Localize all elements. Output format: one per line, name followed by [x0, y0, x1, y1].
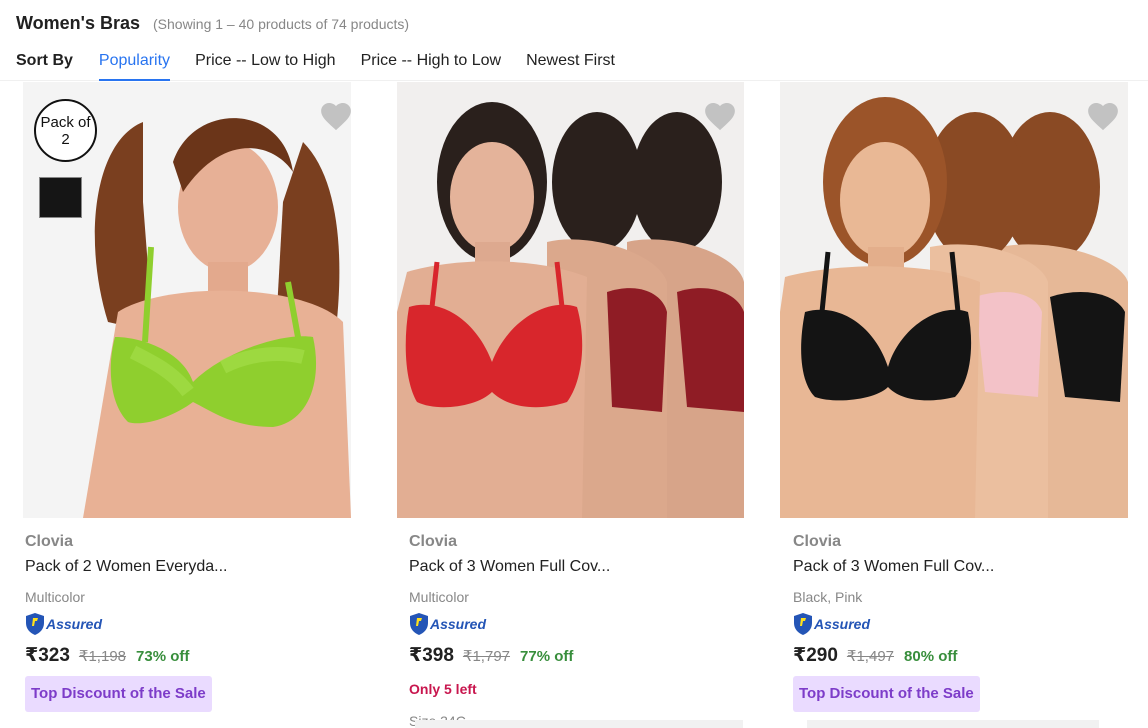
- sort-option-popularity[interactable]: Popularity: [98, 51, 171, 81]
- product-title[interactable]: Pack of 3 Women Full Cov...: [793, 558, 994, 576]
- product-brand: Clovia: [793, 533, 842, 550]
- assured-badge: Assured: [793, 612, 870, 636]
- product-image[interactable]: [397, 82, 744, 518]
- product-card[interactable]: Pack of 2 Clovia Pack of 2 Women Everyda…: [23, 82, 371, 728]
- product-title[interactable]: Pack of 2 Women Everyda...: [25, 558, 227, 576]
- original-price: ₹1,198: [78, 648, 127, 665]
- assured-label: Assured: [46, 616, 103, 632]
- assured-badge: Assured: [25, 612, 102, 636]
- discount-percent: 80% off: [904, 648, 958, 665]
- sort-option-newest[interactable]: Newest First: [526, 51, 615, 81]
- price-row: ₹290 ₹1,497 80% off: [793, 644, 957, 667]
- wishlist-heart-icon[interactable]: [319, 100, 351, 132]
- discount-percent: 73% off: [136, 648, 190, 665]
- selling-price: ₹398: [409, 645, 454, 666]
- listing-header: Women's Bras (Showing 1 – 40 products of…: [0, 0, 1148, 81]
- product-title[interactable]: Pack of 3 Women Full Cov...: [409, 558, 610, 576]
- pack-badge-count: 2: [61, 130, 70, 148]
- product-image[interactable]: [780, 82, 1128, 518]
- promo-tag: Top Discount of the Sale: [25, 676, 212, 712]
- product-photo: [397, 82, 744, 518]
- selling-price: ₹290: [793, 645, 838, 666]
- product-brand: Clovia: [409, 533, 458, 550]
- next-row-image: [415, 720, 743, 728]
- selling-price: ₹323: [25, 645, 70, 666]
- product-brand: Clovia: [25, 533, 74, 550]
- product-color: Multicolor: [25, 589, 85, 605]
- product-color: Multicolor: [409, 589, 469, 605]
- sort-bar: Sort By Popularity Price -- Low to High …: [16, 51, 640, 81]
- promo-tag: Top Discount of the Sale: [793, 676, 980, 712]
- sort-option-price-low-high[interactable]: Price -- Low to High: [195, 51, 336, 81]
- sort-option-price-high-low[interactable]: Price -- High to Low: [361, 51, 502, 81]
- discount-percent: 77% off: [520, 648, 574, 665]
- assured-label: Assured: [430, 616, 487, 632]
- product-card[interactable]: Clovia Pack of 3 Women Full Cov... Multi…: [397, 82, 755, 728]
- assured-badge: Assured: [409, 612, 486, 636]
- result-count: (Showing 1 – 40 products of 74 products): [153, 16, 410, 32]
- assured-shield-icon: [26, 613, 44, 635]
- original-price: ₹1,797: [462, 648, 511, 665]
- pack-badge: Pack of 2: [34, 99, 97, 162]
- price-row: ₹398 ₹1,797 77% off: [409, 644, 573, 667]
- assured-shield-icon: [410, 613, 428, 635]
- wishlist-heart-icon[interactable]: [703, 100, 737, 132]
- original-price: ₹1,497: [846, 648, 895, 665]
- product-color: Black, Pink: [793, 589, 863, 605]
- assured-label: Assured: [814, 616, 871, 632]
- assured-shield-icon: [794, 613, 812, 635]
- pack-badge-label: Pack of: [40, 113, 91, 131]
- product-card[interactable]: Clovia Pack of 3 Women Full Cov... Black…: [780, 82, 1139, 728]
- next-row-image: [807, 720, 1099, 728]
- stock-warning: Only 5 left: [409, 681, 477, 697]
- title-row: Women's Bras (Showing 1 – 40 products of…: [16, 13, 409, 34]
- color-swatch[interactable]: [39, 177, 82, 218]
- sort-by-label: Sort By: [16, 52, 73, 69]
- wishlist-heart-icon[interactable]: [1086, 100, 1120, 132]
- product-image[interactable]: Pack of 2: [23, 82, 351, 518]
- product-photo: [780, 82, 1128, 518]
- page-title: Women's Bras: [16, 13, 140, 33]
- price-row: ₹323 ₹1,198 73% off: [25, 644, 189, 667]
